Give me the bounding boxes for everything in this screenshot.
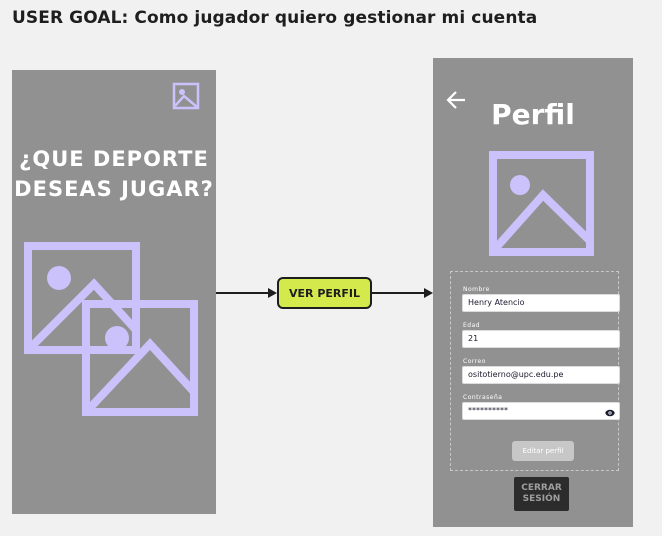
image-placeholder-icon [172, 82, 200, 110]
profile-screen: Perfil Nombre Henry Atencio Edad 21 Corr… [433, 58, 633, 527]
eye-icon[interactable] [605, 407, 615, 417]
flow-arrow-head [424, 288, 433, 298]
question-line-1: ¿QUE DEPORTE [19, 147, 209, 171]
question-line-2: DESEAS JUGAR? [14, 177, 214, 201]
sport-question: ¿QUE DEPORTE DESEAS JUGAR? [12, 144, 216, 204]
flow-arrow-line [216, 292, 269, 294]
nombre-field[interactable]: Henry Atencio [462, 294, 620, 312]
flow-arrow-head [268, 288, 277, 298]
page-title: Perfil [491, 98, 575, 131]
logout-label-line-1: CERRAR [521, 483, 562, 493]
password-field[interactable]: ********** [462, 402, 620, 420]
edad-field[interactable]: 21 [462, 330, 620, 348]
image-placeholder-icon [82, 300, 198, 416]
password-value: ********** [468, 406, 508, 415]
flow-arrow-line [372, 292, 425, 294]
logout-button[interactable]: CERRAR SESIÓN [514, 477, 569, 511]
correo-field[interactable]: ositotierno@upc.edu.pe [462, 366, 620, 384]
field-label-edad: Edad [463, 322, 481, 329]
user-goal-title: USER GOAL: Como jugador quiero gestionar… [12, 8, 538, 28]
ver-perfil-button[interactable]: VER PERFIL [277, 277, 372, 309]
logout-label-line-2: SESIÓN [522, 494, 561, 504]
field-label-nombre: Nombre [463, 286, 490, 293]
field-label-contrasena: Contraseña [463, 394, 503, 401]
home-screen: ¿QUE DEPORTE DESEAS JUGAR? [12, 70, 216, 514]
edit-profile-button[interactable]: Editar perfil [512, 441, 574, 461]
avatar [489, 151, 594, 256]
field-label-correo: Correo [463, 358, 486, 365]
profile-form: Nombre Henry Atencio Edad 21 Correo osit… [450, 271, 620, 471]
